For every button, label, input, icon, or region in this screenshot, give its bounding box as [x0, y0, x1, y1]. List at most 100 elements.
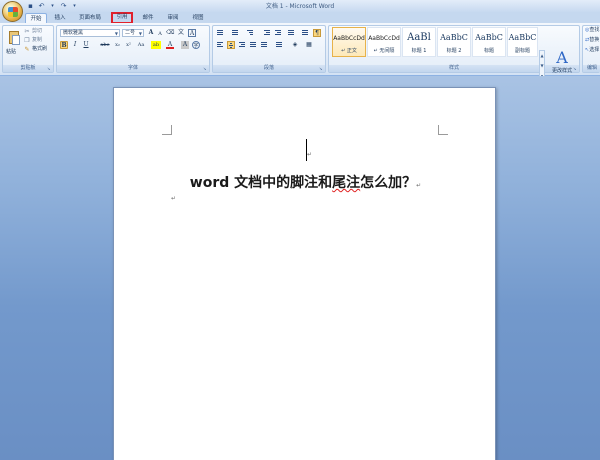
scroll-up-icon[interactable]: ▲ [540, 51, 544, 61]
strikethrough-button[interactable]: abe [99, 41, 111, 49]
chevron-down-icon: ▼ [138, 31, 142, 36]
change-case-button[interactable]: Aa [136, 41, 146, 49]
line-spacing-icon[interactable] [275, 41, 283, 49]
shading-icon[interactable]: ◈ [291, 41, 299, 49]
copy-icon: ❐ [24, 36, 30, 44]
align-center-icon[interactable] [227, 41, 235, 49]
underline-button[interactable]: U [82, 41, 90, 49]
font-name-combo[interactable]: 微软雅黑 ▼ [60, 29, 120, 37]
char-shading-button[interactable]: A [181, 41, 189, 49]
style-heading-1[interactable]: AaBl 标题 1 [402, 27, 436, 57]
crop-mark-top-right [438, 125, 448, 135]
tab-review[interactable]: 审阅 [163, 13, 183, 23]
align-left-icon[interactable] [216, 41, 224, 49]
scroll-down-icon[interactable]: ▼ [540, 61, 544, 71]
style-normal[interactable]: AaBbCcDd ↵ 正文 [332, 27, 366, 57]
tab-home[interactable]: 开始 [25, 13, 47, 23]
office-logo-icon [7, 6, 18, 17]
clipboard-group: 粘贴 ✂ 剪切 ❐ 复制 ✎ 格式刷 剪贴板 ↘ [2, 25, 54, 73]
font-size-combo[interactable]: 二号 ▼ [122, 29, 144, 37]
tab-view[interactable]: 视图 [188, 13, 208, 23]
select-label: 选择 [589, 47, 600, 53]
multilevel-list-icon[interactable] [246, 29, 254, 37]
italic-button[interactable]: I [71, 41, 79, 49]
borders-icon[interactable]: ▦ [305, 41, 313, 49]
style-sample: AaBbCcDd [368, 35, 400, 42]
paragraph-mark: ↵ [307, 151, 313, 158]
char-border-button[interactable]: A [188, 29, 196, 37]
replace-label: 替换 [589, 37, 600, 43]
cut-label: 剪切 [32, 28, 43, 34]
chinese-layout-icon[interactable] [287, 29, 295, 37]
title-bar: ▪ ↶ ▾ ↷ ▾ 文档 1 - Microsoft Word [0, 0, 600, 12]
font-group-label: 字体 [57, 65, 209, 72]
document-workspace: ↵ word 文档中的脚注和尾注怎么加？↵ ↵ [0, 76, 600, 460]
style-name: 标题 1 [411, 48, 427, 54]
tab-insert[interactable]: 插入 [50, 13, 70, 23]
paste-button[interactable]: 粘贴 [6, 48, 16, 55]
font-group: 微软雅黑 ▼ 二号 ▼ A A ⌫ 文 A B I U abe x₂ x² Aa… [56, 25, 210, 73]
font-color-button[interactable]: A [166, 41, 174, 49]
style-heading-2[interactable]: AaBbC 标题 2 [437, 27, 471, 57]
superscript-button[interactable]: x² [124, 41, 133, 49]
format-painter-label: 格式刷 [32, 46, 48, 52]
document-heading[interactable]: word 文档中的脚注和尾注怎么加？↵ [114, 172, 497, 192]
style-name: 标题 [483, 48, 494, 54]
editing-group-label: 编辑 [583, 65, 600, 72]
paste-icon[interactable] [8, 29, 20, 45]
font-size-value: 二号 [125, 30, 136, 36]
bold-button[interactable]: B [60, 41, 68, 49]
paragraph-launcher-icon[interactable]: ↘ [319, 66, 324, 71]
subscript-button[interactable]: x₂ [113, 41, 122, 49]
replace-button[interactable]: ⇄替换 [585, 36, 599, 44]
brush-icon: ✎ [24, 45, 30, 53]
justify-icon[interactable] [249, 41, 257, 49]
paragraph-group: ¶ ◈ ▦ 段落 ↘ [212, 25, 326, 73]
tab-page-layout[interactable]: 页面布局 [74, 13, 106, 23]
bullets-icon[interactable] [216, 29, 224, 37]
cut-button[interactable]: ✂ 剪切 [24, 28, 42, 35]
style-sample: AaBbC [440, 33, 468, 42]
format-painter-button[interactable]: ✎ 格式刷 [24, 46, 47, 53]
paragraph-group-label: 段落 [213, 65, 325, 72]
office-button[interactable] [2, 1, 23, 22]
align-right-icon[interactable] [238, 41, 246, 49]
style-title[interactable]: AaBbC 标题 [472, 27, 506, 57]
ribbon: 粘贴 ✂ 剪切 ❐ 复制 ✎ 格式刷 剪贴板 ↘ 微软雅黑 ▼ 二号 ▼ A A… [0, 23, 600, 80]
clipboard-launcher-icon[interactable]: ↘ [47, 66, 52, 71]
document-page[interactable]: ↵ word 文档中的脚注和尾注怎么加？↵ ↵ [113, 87, 496, 460]
phonetic-guide-button[interactable]: 文 [177, 29, 185, 37]
enclose-char-button[interactable]: 字 [192, 41, 200, 49]
clipboard-group-label: 剪贴板 [3, 65, 53, 72]
window-title: 文档 1 - Microsoft Word [265, 3, 335, 10]
scissors-icon: ✂ [24, 27, 30, 35]
numbering-icon[interactable] [231, 29, 239, 37]
sort-icon[interactable] [301, 29, 309, 37]
style-sample: AaBbCcDd [333, 35, 365, 42]
increase-indent-icon[interactable] [274, 29, 282, 37]
crop-mark-top-left [162, 125, 172, 135]
show-marks-icon[interactable]: ¶ [313, 29, 321, 37]
style-name: ↵ 无间隔 [373, 48, 395, 54]
heading-text-end: 怎么加？ [360, 175, 417, 191]
heading-misspelled-text: 尾注 [332, 175, 361, 191]
highlight-color-button[interactable]: ab [151, 41, 161, 49]
shrink-font-button[interactable]: A [156, 30, 164, 38]
style-subtitle[interactable]: AaBbC 副标题 [507, 27, 538, 57]
decrease-indent-icon[interactable] [263, 29, 271, 37]
ribbon-tabs: 开始 插入 页面布局 引用 邮件 审阅 视图 [0, 12, 600, 24]
style-sample: AaBbC [508, 33, 537, 42]
copy-label: 复制 [32, 37, 43, 43]
font-launcher-icon[interactable]: ↘ [203, 66, 208, 71]
clear-format-icon[interactable]: ⌫ [166, 29, 174, 37]
distributed-icon[interactable] [260, 41, 268, 49]
grow-font-button[interactable]: A [147, 29, 155, 37]
copy-button[interactable]: ❐ 复制 [24, 37, 42, 44]
find-button[interactable]: ◎查找 [585, 26, 599, 34]
style-name: 副标题 [514, 48, 530, 54]
style-no-spacing[interactable]: AaBbCcDd ↵ 无间隔 [367, 27, 401, 57]
select-button[interactable]: ↖选择 [585, 46, 599, 54]
tab-mailings[interactable]: 邮件 [138, 13, 158, 23]
style-sample: AaBbC [475, 33, 503, 42]
change-styles-button[interactable]: A 更改样式 [548, 49, 576, 75]
